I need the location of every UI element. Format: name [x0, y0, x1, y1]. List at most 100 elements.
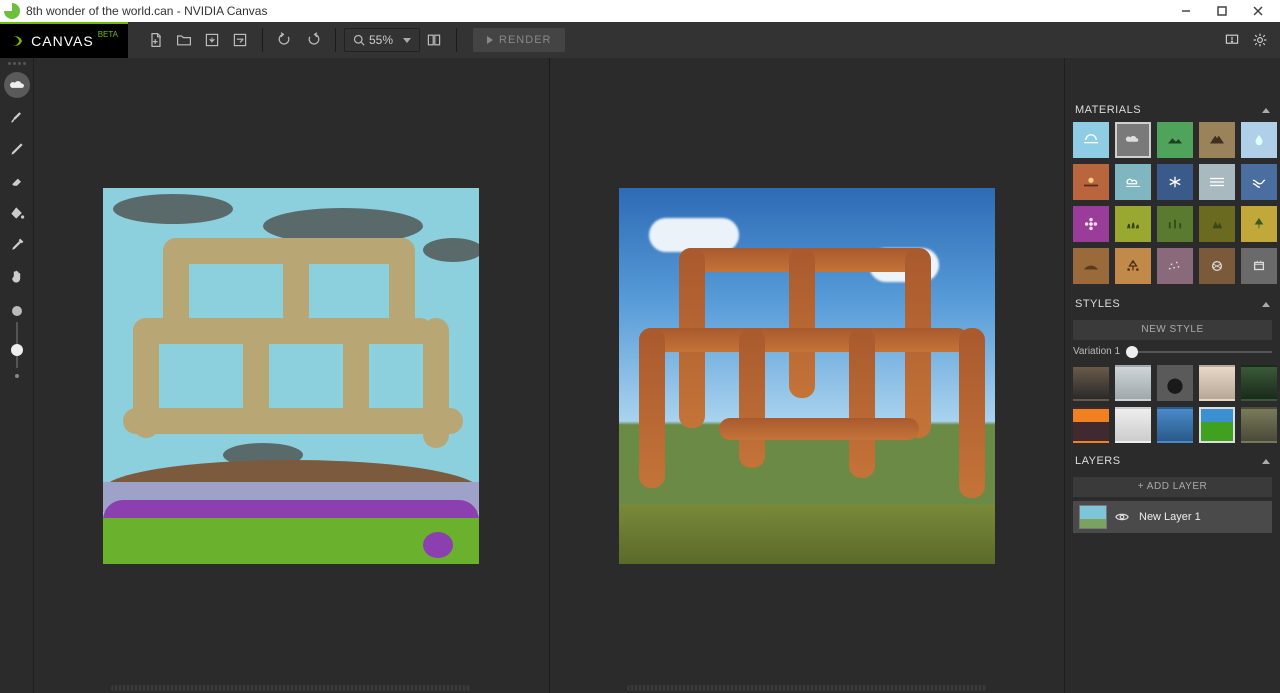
haze-icon — [1208, 175, 1226, 189]
split-view-button[interactable] — [420, 22, 448, 58]
material-tree[interactable] — [1241, 206, 1277, 242]
material-haze[interactable] — [1199, 164, 1235, 200]
play-icon — [487, 36, 493, 44]
material-river[interactable] — [1241, 164, 1277, 200]
style-thumb-st4[interactable] — [1199, 365, 1235, 401]
material-flower[interactable] — [1073, 206, 1109, 242]
style-thumb-st2[interactable] — [1115, 365, 1151, 401]
export-button[interactable] — [226, 22, 254, 58]
sky-icon — [1082, 133, 1100, 147]
slider-track — [16, 322, 18, 368]
style-thumb-st6[interactable] — [1073, 407, 1109, 443]
new-file-button[interactable] — [142, 22, 170, 58]
material-snow[interactable] — [1157, 164, 1193, 200]
side-panel: MATERIALS STYLES NEW STYLE Variation 1 L… — [1064, 58, 1280, 693]
feedback-button[interactable] — [1218, 22, 1246, 58]
bush-icon — [1166, 217, 1184, 231]
material-dirt[interactable] — [1073, 248, 1109, 284]
layer-thumbnail — [1079, 505, 1107, 529]
new-style-button[interactable]: NEW STYLE — [1073, 320, 1272, 340]
style-thumb-st10[interactable] — [1241, 407, 1277, 443]
styles-section: STYLES NEW STYLE Variation 1 — [1065, 292, 1280, 449]
river-icon — [1250, 175, 1268, 189]
slider-handle[interactable] — [1126, 346, 1138, 358]
render-pane[interactable] — [550, 58, 1065, 693]
window-maximize-button[interactable] — [1204, 0, 1240, 22]
style-thumb-st5[interactable] — [1241, 365, 1277, 401]
material-cloud[interactable] — [1115, 122, 1151, 158]
materials-section: MATERIALS — [1065, 98, 1280, 292]
style-thumb-st3[interactable] — [1157, 365, 1193, 401]
snow-icon — [1166, 175, 1184, 189]
style-thumb-st1[interactable] — [1073, 365, 1109, 401]
undo-button[interactable] — [271, 22, 299, 58]
material-fog[interactable] — [1073, 164, 1109, 200]
app-favicon — [4, 3, 20, 19]
pan-tool-button[interactable] — [4, 264, 30, 290]
eyedropper-tool-button[interactable] — [4, 232, 30, 258]
material-sea[interactable] — [1115, 164, 1151, 200]
variation-label: Variation 1 — [1073, 346, 1120, 357]
tree-icon — [1250, 217, 1268, 231]
brand-name: CANVAS — [31, 33, 94, 49]
material-bush[interactable] — [1157, 206, 1193, 242]
layer-row[interactable]: New Layer 1 — [1073, 501, 1272, 533]
layer-name: New Layer 1 — [1139, 511, 1201, 523]
open-file-button[interactable] — [170, 22, 198, 58]
render-button[interactable]: RENDER — [473, 28, 565, 52]
cloud-tool-button[interactable] — [4, 72, 30, 98]
chevron-up-icon[interactable] — [1262, 459, 1270, 464]
add-layer-button[interactable]: + ADD LAYER — [1073, 477, 1272, 497]
flower-icon — [1082, 217, 1100, 231]
eraser-tool-button[interactable] — [4, 168, 30, 194]
horizontal-scrollbar[interactable] — [111, 685, 471, 691]
redo-button[interactable] — [299, 22, 327, 58]
material-gravel[interactable] — [1157, 248, 1193, 284]
window-minimize-button[interactable] — [1168, 0, 1204, 22]
material-hill[interactable] — [1157, 122, 1193, 158]
settings-button[interactable] — [1246, 22, 1274, 58]
horizontal-scrollbar[interactable] — [627, 685, 987, 691]
size-large-icon — [12, 306, 22, 316]
fill-tool-button[interactable] — [4, 200, 30, 226]
window-close-button[interactable] — [1240, 0, 1276, 22]
slider-handle[interactable] — [11, 344, 23, 356]
save-file-button[interactable] — [198, 22, 226, 58]
magnifier-icon — [353, 34, 365, 46]
style-thumb-st8[interactable] — [1157, 407, 1193, 443]
pencil-tool-button[interactable] — [4, 136, 30, 162]
style-thumb-st7[interactable] — [1115, 407, 1151, 443]
segmentation-pane[interactable] — [34, 58, 549, 693]
styles-grid — [1073, 365, 1272, 443]
brush-tool-button[interactable] — [4, 104, 30, 130]
material-sky[interactable] — [1073, 122, 1109, 158]
dirt-icon — [1082, 259, 1100, 273]
material-mountain[interactable] — [1199, 122, 1235, 158]
material-rock[interactable] — [1199, 248, 1235, 284]
style-thumb-st9[interactable] — [1199, 407, 1235, 443]
material-sand[interactable] — [1115, 248, 1151, 284]
chevron-up-icon[interactable] — [1262, 302, 1270, 307]
sand-icon — [1124, 259, 1142, 273]
zoom-control[interactable]: 55% — [344, 28, 420, 52]
cloud-icon — [1124, 133, 1142, 147]
material-grass[interactable] — [1115, 206, 1151, 242]
brand-beta-tag: BETA — [98, 30, 118, 39]
segmentation-canvas[interactable] — [103, 188, 479, 564]
brush-size-slider[interactable] — [12, 306, 22, 378]
visibility-toggle[interactable] — [1115, 510, 1129, 524]
material-moss[interactable] — [1199, 206, 1235, 242]
grip-handle-icon — [8, 62, 26, 68]
brand-box: CANVAS BETA — [0, 22, 128, 58]
materials-grid — [1073, 122, 1272, 284]
material-stone[interactable] — [1241, 248, 1277, 284]
render-label: RENDER — [499, 34, 551, 46]
stone-icon — [1250, 259, 1268, 273]
app-header: CANVAS BETA 55% RENDER — [0, 22, 1280, 58]
fog-icon — [1082, 175, 1100, 189]
rock-icon — [1208, 259, 1226, 273]
material-water[interactable] — [1241, 122, 1277, 158]
rendered-canvas — [619, 188, 995, 564]
variation-slider[interactable] — [1128, 351, 1272, 353]
chevron-up-icon[interactable] — [1262, 108, 1270, 113]
